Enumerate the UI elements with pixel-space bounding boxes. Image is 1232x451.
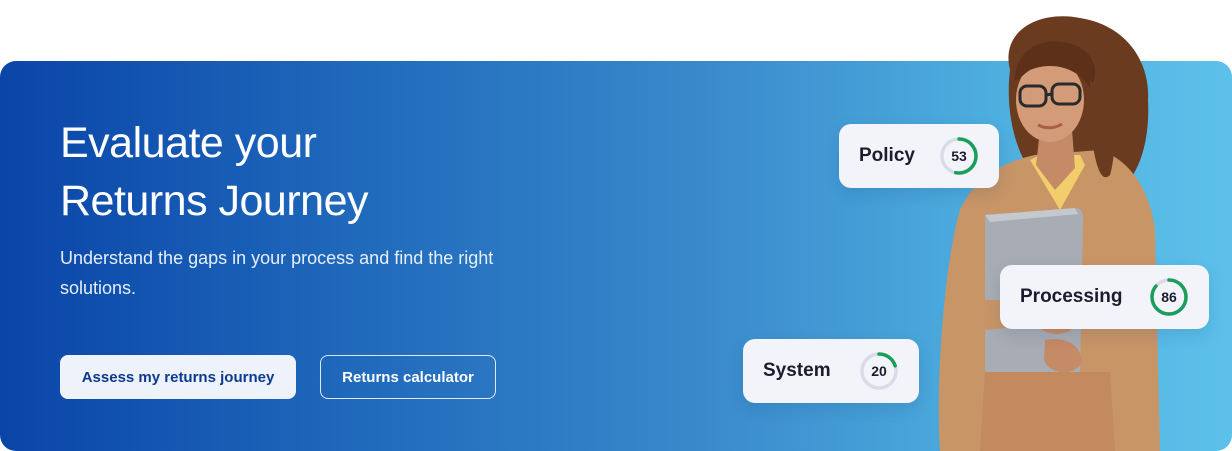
hero-title-line-2: Returns Journey (60, 177, 369, 225)
system-label: System (763, 360, 831, 381)
policy-label: Policy (859, 145, 915, 166)
hero-title-line-1: Evaluate your (60, 119, 317, 167)
policy-score-card: Policy 53 (839, 124, 999, 188)
system-score-value: 20 (871, 363, 887, 379)
processing-score-value: 86 (1161, 289, 1177, 305)
system-score-card: System 20 (743, 339, 919, 403)
policy-score-value: 53 (951, 148, 967, 164)
processing-score-card: Processing 86 (1000, 265, 1209, 329)
assess-returns-journey-button[interactable]: Assess my returns journey (60, 355, 296, 399)
returns-calculator-button[interactable]: Returns calculator (320, 355, 496, 399)
processing-label: Processing (1020, 286, 1123, 307)
hero-subtitle: Understand the gaps in your process and … (60, 248, 494, 298)
hero-title: Evaluate your Returns Journey (60, 114, 369, 230)
